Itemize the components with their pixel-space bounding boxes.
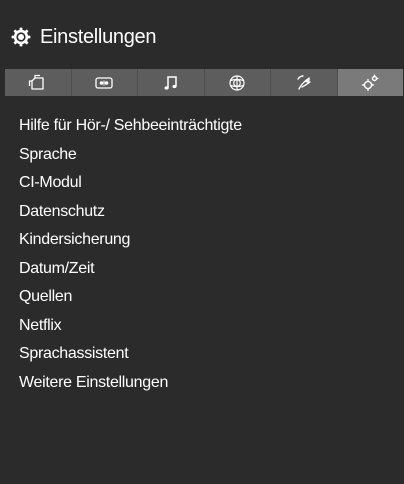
header: Einstellungen <box>0 0 404 68</box>
menu-item-netflix[interactable]: Netflix <box>19 312 242 341</box>
menu-item-date-time[interactable]: Datum/Zeit <box>19 255 242 284</box>
menu-item-language[interactable]: Sprache <box>19 141 242 170</box>
settings-panel: Einstellungen Hilfe für Hör-/ Sehbeeintr… <box>0 0 404 484</box>
channels-icon <box>28 74 48 92</box>
category-tab-bar <box>5 69 403 96</box>
tab-sound[interactable] <box>138 69 205 96</box>
settings-menu: Hilfe für Hör-/ Sehbeeinträchtigte Sprac… <box>19 112 242 397</box>
network-globe-icon <box>227 74 247 92</box>
menu-item-accessibility[interactable]: Hilfe für Hör-/ Sehbeeinträchtigte <box>19 112 242 141</box>
page-title: Einstellungen <box>40 26 157 48</box>
menu-item-more-settings[interactable]: Weitere Einstellungen <box>19 369 242 398</box>
menu-item-privacy[interactable]: Datenschutz <box>19 198 242 227</box>
tab-satellite[interactable] <box>271 69 338 96</box>
tab-network[interactable] <box>205 69 271 96</box>
gear-icon <box>11 27 31 47</box>
menu-item-ci-module[interactable]: CI-Modul <box>19 169 242 198</box>
tab-settings[interactable] <box>337 69 403 96</box>
menu-item-parental-lock[interactable]: Kindersicherung <box>19 226 242 255</box>
settings-gears-icon <box>360 74 380 92</box>
picture-icon <box>94 74 114 92</box>
tab-channels[interactable] <box>5 69 72 96</box>
menu-item-voice-assistant[interactable]: Sprachassistent <box>19 340 242 369</box>
tab-picture[interactable] <box>72 69 138 96</box>
satellite-dish-icon <box>294 74 314 92</box>
music-note-icon <box>161 74 181 92</box>
menu-item-sources[interactable]: Quellen <box>19 283 242 312</box>
